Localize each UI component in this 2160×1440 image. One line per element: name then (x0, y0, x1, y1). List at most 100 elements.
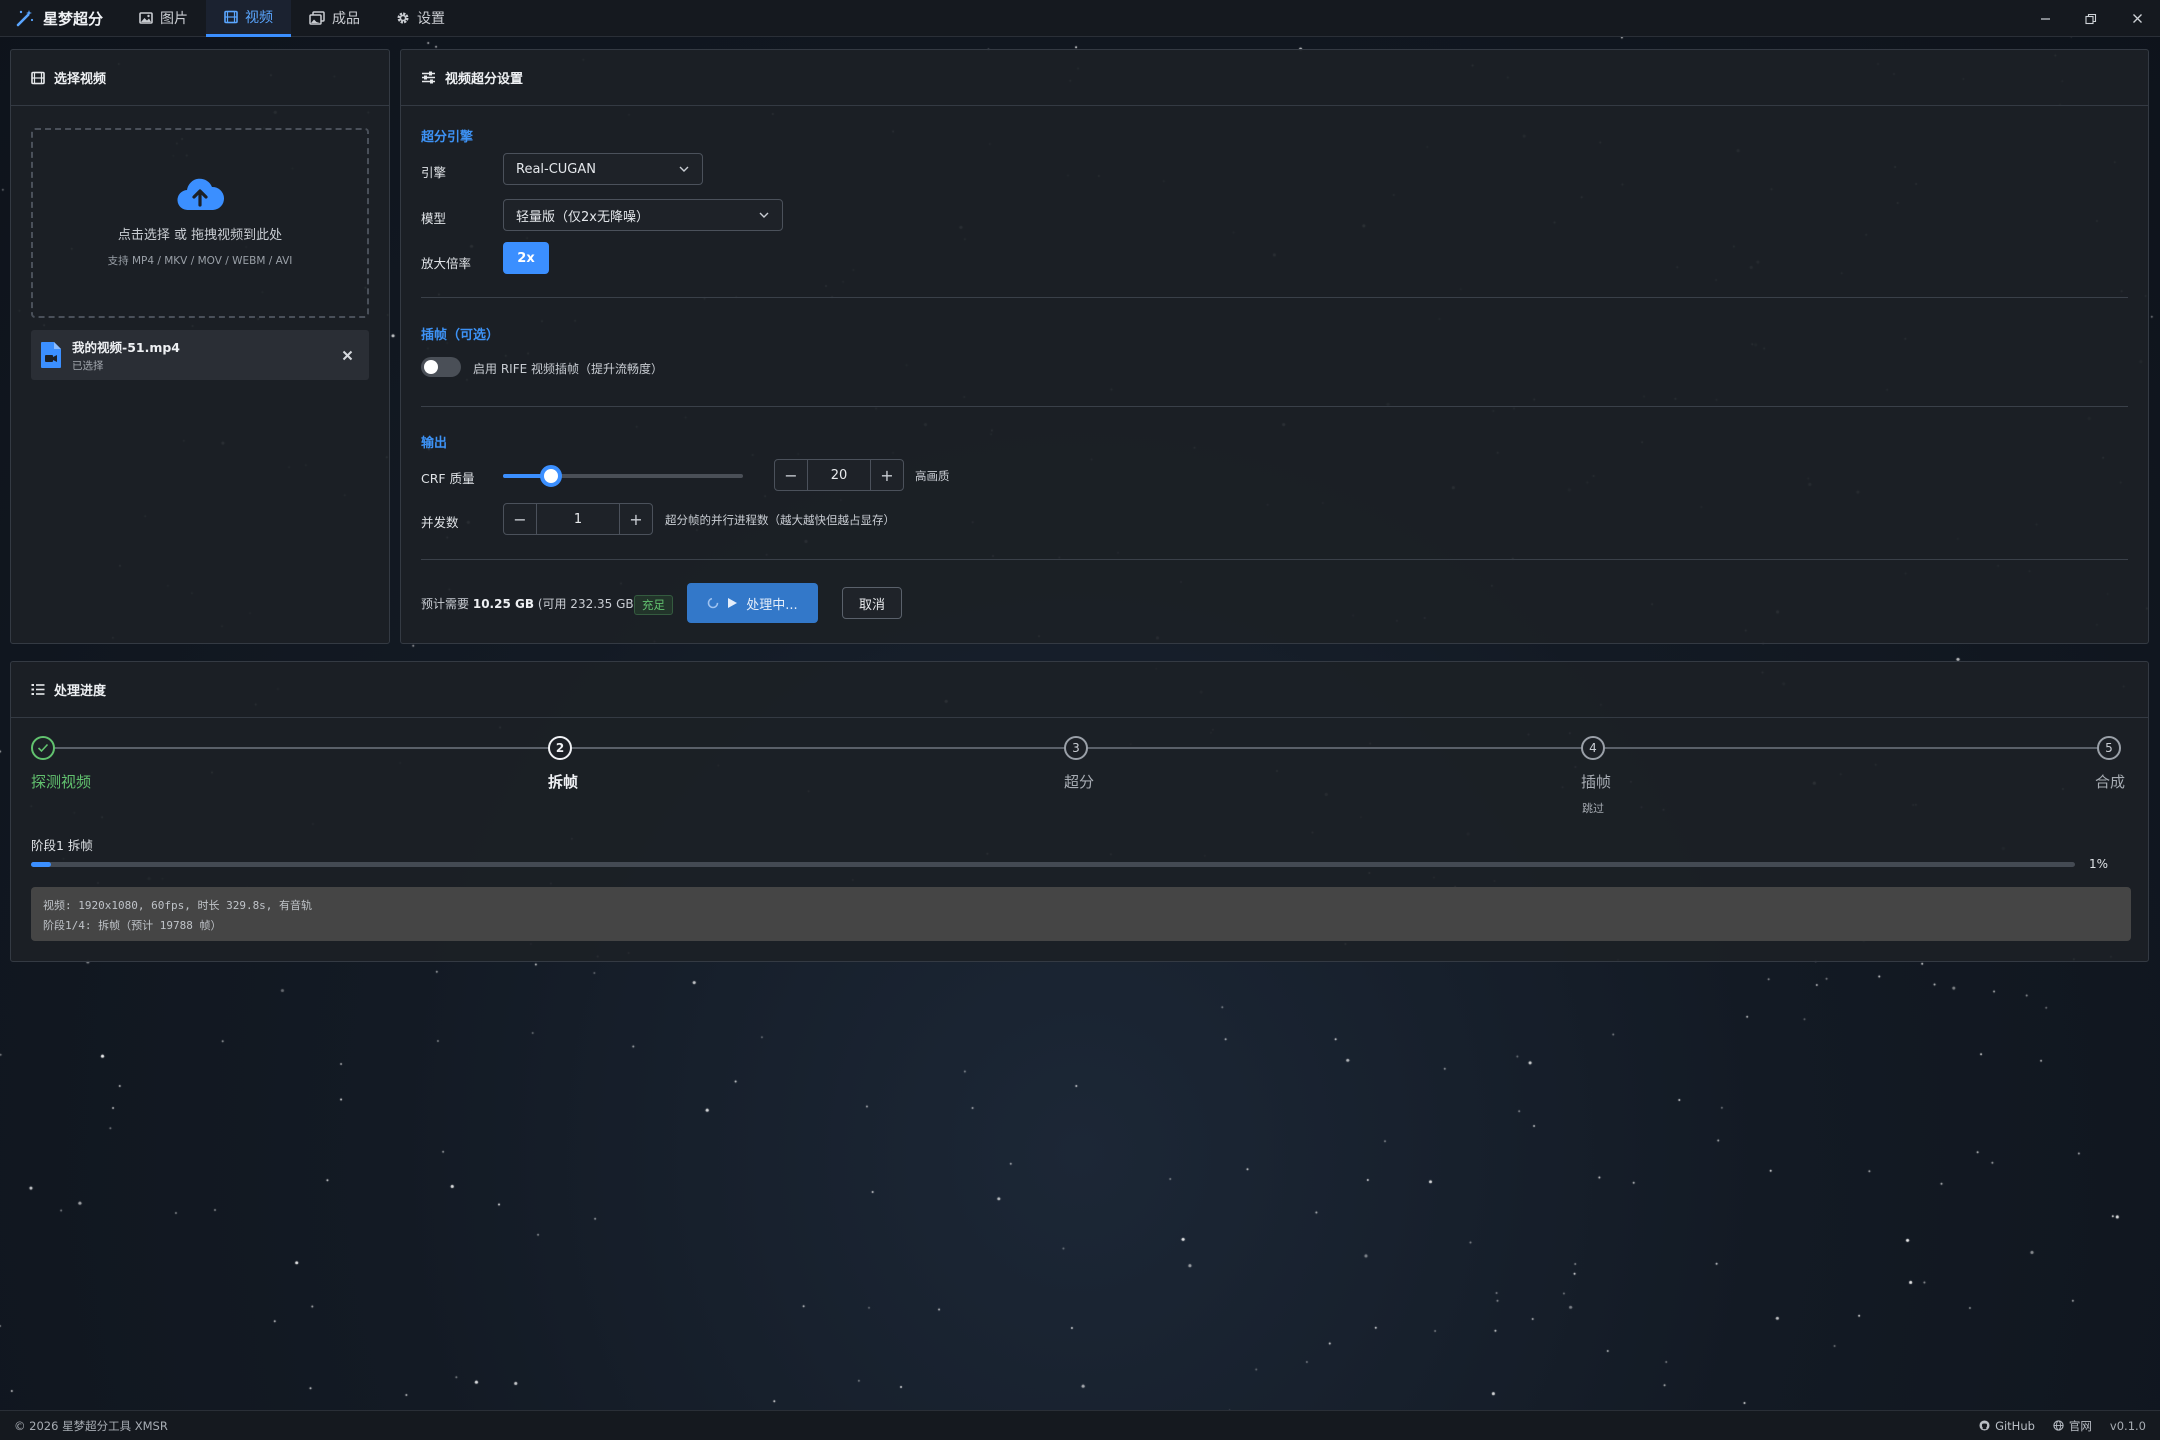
log-line: 阶段1/4: 拆帧（预计 19788 帧） (43, 919, 222, 932)
progress-panel: 处理进度 探测视频 2 拆帧 3 超分 4 插帧 跳过 5 合成 阶段1 拆帧 … (10, 661, 2149, 962)
engine-label: 引擎 (421, 165, 447, 180)
video-upscale-settings-panel: 视频超分设置 超分引擎 引擎 Real-CUGAN 模型 轻量版（仅2x无降噪）… (400, 49, 2149, 644)
chevron-down-icon (679, 166, 689, 172)
website-link[interactable]: 官网 (2053, 1418, 2092, 1434)
concurrency-increment-button[interactable]: + (620, 504, 652, 534)
tab-gallery[interactable]: 成品 (291, 0, 378, 37)
log-output: 视频: 1920x1080, 60fps, 时长 329.8s, 有音轨 阶段1… (31, 887, 2131, 941)
tab-gallery-label: 成品 (332, 11, 360, 27)
stage-label: 阶段1 拆帧 (31, 838, 93, 853)
close-icon (342, 350, 352, 360)
step-4-sub: 跳过 (1582, 802, 1604, 815)
github-icon (1979, 1420, 1990, 1431)
concurrency-decrement-button[interactable]: − (504, 504, 536, 534)
panel-title: 视频超分设置 (445, 72, 524, 87)
cloud-upload-icon (177, 178, 224, 211)
progress-header: 处理进度 (11, 662, 2148, 718)
restore-button[interactable] (2068, 0, 2114, 37)
film-icon (31, 71, 45, 84)
tab-video[interactable]: 视频 (206, 0, 291, 37)
minimize-icon (2040, 18, 2050, 20)
crf-increment-button[interactable]: + (871, 460, 903, 490)
concurrency-value[interactable]: 1 (536, 504, 620, 534)
output-section-title: 输出 (421, 436, 448, 451)
crf-hint: 高画质 (915, 469, 950, 483)
select-video-header: 选择视频 (11, 50, 389, 106)
step-5-label: 合成 (2095, 773, 2126, 791)
crf-label: CRF 质量 (421, 471, 475, 486)
section-divider (421, 297, 2128, 298)
engine-section-title: 超分引擎 (421, 130, 474, 145)
tab-settings[interactable]: 设置 (378, 0, 463, 37)
panel-title: 处理进度 (54, 684, 107, 699)
github-label: GitHub (1995, 1418, 2035, 1433)
process-button[interactable]: 处理中... (687, 583, 818, 623)
disk-estimate: 预计需要 10.25 GB (可用 232.35 GB) (421, 595, 638, 612)
version-label: v0.1.0 (2109, 1418, 2146, 1433)
crf-slider-handle[interactable] (540, 465, 562, 487)
file-name: 我的视频-51.mp4 (72, 340, 181, 355)
estimate-size: 10.25 GB (472, 597, 534, 611)
website-label: 官网 (2068, 1418, 2092, 1433)
scale-2x-button[interactable]: 2x (503, 242, 549, 274)
play-icon (728, 598, 738, 608)
gear-icon (397, 12, 409, 24)
model-select[interactable]: 轻量版（仅2x无降噪） (503, 199, 783, 231)
crf-decrement-button[interactable]: − (775, 460, 807, 490)
check-icon (37, 743, 49, 753)
github-link[interactable]: GitHub (1979, 1419, 2035, 1433)
tab-settings-label: 设置 (417, 11, 445, 27)
window-controls (2022, 0, 2160, 37)
tab-image-label: 图片 (160, 11, 188, 27)
step-4-label: 插帧 (1581, 773, 1612, 791)
section-divider (421, 559, 2128, 560)
gallery-icon (309, 11, 325, 25)
scale-label: 放大倍率 (421, 256, 472, 271)
model-label: 模型 (421, 211, 447, 226)
space-status-badge: 充足 (634, 595, 673, 615)
concurrency-label: 并发数 (421, 515, 459, 530)
minimize-button[interactable] (2022, 0, 2068, 37)
interp-section-title: 插帧（可选） (421, 328, 500, 343)
concurrency-stepper: − 1 + (503, 503, 653, 535)
tab-image[interactable]: 图片 (121, 0, 206, 37)
selected-file-item[interactable]: 我的视频-51.mp4 已选择 (31, 330, 369, 380)
close-icon (2132, 14, 2142, 23)
tab-video-label: 视频 (245, 9, 273, 26)
image-icon (139, 12, 153, 24)
process-button-label: 处理中... (746, 597, 798, 613)
step-5-pending: 5 (2097, 736, 2121, 760)
restore-icon (2085, 13, 2097, 24)
globe-icon (2053, 1420, 2064, 1431)
list-icon (31, 684, 45, 695)
step-4-pending: 4 (1581, 736, 1605, 760)
close-window-button[interactable] (2114, 0, 2160, 37)
spinner-icon (707, 597, 719, 609)
step-2-active: 2 (548, 736, 572, 760)
model-value: 轻量版（仅2x无降噪） (516, 209, 649, 225)
chevron-down-icon (759, 212, 769, 218)
concurrency-hint: 超分帧的并行进程数（越大越快但越占显存） (665, 513, 895, 527)
progress-bar-fill (31, 862, 52, 867)
crf-stepper: − 20 + (774, 459, 904, 491)
crf-value[interactable]: 20 (807, 460, 871, 490)
panel-title: 选择视频 (54, 72, 107, 87)
magic-wand-icon (16, 10, 34, 27)
engine-select[interactable]: Real-CUGAN (503, 153, 703, 185)
step-1-label: 探测视频 (31, 773, 92, 791)
settings-header: 视频超分设置 (401, 50, 2148, 106)
file-status: 已选择 (72, 360, 104, 372)
step-3-pending: 3 (1064, 736, 1088, 760)
cancel-button[interactable]: 取消 (842, 587, 902, 619)
film-icon (224, 10, 238, 23)
rife-toggle[interactable] (421, 357, 461, 377)
video-file-icon (41, 342, 61, 368)
log-line: 视频: 1920x1080, 60fps, 时长 329.8s, 有音轨 (43, 899, 313, 912)
rife-toggle-label: 启用 RIFE 视频插帧（提升流畅度） (473, 362, 663, 376)
crf-slider[interactable] (503, 465, 743, 487)
copyright: © 2026 星梦超分工具 XMSR (14, 1418, 168, 1433)
video-dropzone[interactable]: 点击选择 或 拖拽视频到此处 支持 MP4 / MKV / MOV / WEBM… (31, 128, 369, 318)
remove-file-button[interactable] (337, 345, 357, 365)
progress-percent: 1% (2089, 857, 2109, 871)
supported-formats: 支持 MP4 / MKV / MOV / WEBM / AVI (107, 255, 293, 267)
